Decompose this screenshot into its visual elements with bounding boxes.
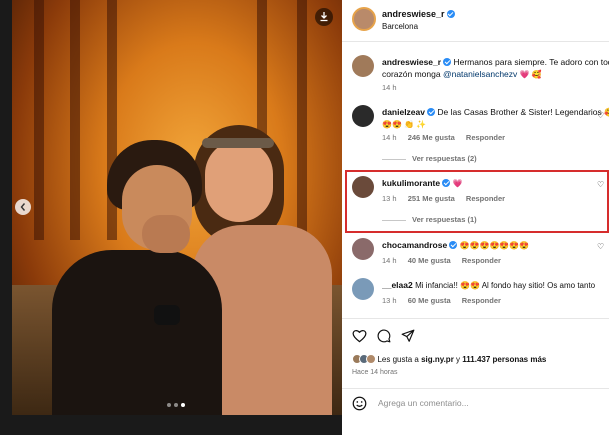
comment-meta: 14 h 40 Me gusta Responder xyxy=(382,256,510,265)
caption-mention[interactable]: @natanielsanchezv xyxy=(443,69,517,79)
caption-line1: Hermanos para siempre. Te adoro con todo xyxy=(453,57,609,67)
carousel-dot xyxy=(167,403,171,407)
caption-line2: corazón monga xyxy=(382,69,441,79)
comment-body: Mi infancia!! 😍😍 Al fondo hay sitio! Os … xyxy=(415,281,596,290)
caption-emojis: 💗 🥰 xyxy=(519,70,542,79)
commenter-username[interactable]: danielzeav xyxy=(382,107,425,117)
likes-prefix: Les gusta a xyxy=(377,355,419,364)
post-photo[interactable] xyxy=(12,0,342,415)
commenter-avatar[interactable] xyxy=(352,238,374,260)
add-comment-bar[interactable]: Agrega un comentario... xyxy=(342,388,609,418)
heart-icon[interactable]: ♡ xyxy=(597,111,606,120)
caption-meta: 14 h xyxy=(382,83,406,92)
comment-body-line2: 😍😍 👏 ✨ xyxy=(382,120,427,129)
comment-time: 14 h xyxy=(382,133,397,142)
comment-text: danielzeav De las Casas Brother & Sister… xyxy=(382,106,609,131)
author-username[interactable]: andreswiese_r xyxy=(382,9,455,19)
woman-face xyxy=(205,140,273,222)
post-actions: Les gusta a sig.ny.pr y 111.437 personas… xyxy=(342,318,609,378)
headband xyxy=(202,138,274,148)
comment-input[interactable]: Agrega un comentario... xyxy=(378,398,469,408)
post-header: andreswiese_r Barcelona xyxy=(342,0,609,42)
commenter-avatar[interactable] xyxy=(352,278,374,300)
likes-count[interactable]: 111.437 personas más xyxy=(462,355,546,364)
post-location[interactable]: Barcelona xyxy=(382,22,418,31)
caption-text: andreswiese_r Hermanos para siempre. Te … xyxy=(382,56,609,81)
download-button[interactable] xyxy=(315,8,333,26)
caption-username[interactable]: andreswiese_r xyxy=(382,57,441,67)
carousel-dots xyxy=(167,403,185,407)
comment-time: 14 h xyxy=(382,256,397,265)
comment-text: chocamandrose 😍😍😍😍😍😍😍 xyxy=(382,239,609,252)
instagram-post-view: andreswiese_r Barcelona andreswiese_r He… xyxy=(0,0,609,435)
download-icon xyxy=(320,12,328,22)
likes-middle: y xyxy=(456,355,461,364)
verified-badge-icon xyxy=(449,241,458,249)
commenter-username[interactable]: chocamandrose xyxy=(382,240,447,250)
liker-avatar xyxy=(366,354,376,364)
comment-time: 13 h xyxy=(382,296,397,305)
carousel-dot xyxy=(174,403,178,407)
post-timestamp: Hace 14 horas xyxy=(352,369,398,376)
view-replies-button[interactable]: Ver respuestas (2) xyxy=(382,154,477,163)
carousel-dot-active xyxy=(181,403,185,407)
caption-avatar[interactable] xyxy=(352,55,374,77)
background-stripe xyxy=(70,0,80,240)
share-icon[interactable] xyxy=(401,329,415,343)
caption-time: 14 h xyxy=(382,83,397,92)
heart-icon[interactable]: ♡ xyxy=(597,242,606,251)
reply-button[interactable]: Responder xyxy=(462,296,501,305)
man-figure xyxy=(52,250,222,415)
comment-icon[interactable] xyxy=(377,329,391,343)
highlight-box xyxy=(345,170,609,233)
comment-meta: 13 h 60 Me gusta Responder xyxy=(382,296,510,305)
comment-meta: 14 h 246 Me gusta Responder xyxy=(382,133,514,142)
heart-icon[interactable] xyxy=(352,329,367,343)
reply-button[interactable]: Responder xyxy=(466,133,505,142)
background-stripe xyxy=(297,0,307,240)
comment-likes[interactable]: 246 Me gusta xyxy=(408,133,455,142)
comment-text: __elaa2 Mi infancia!! 😍😍 Al fondo hay si… xyxy=(382,279,609,292)
comment-body: 😍😍😍😍😍😍😍 xyxy=(459,241,530,250)
author-avatar[interactable] xyxy=(352,7,376,31)
comment-likes[interactable]: 60 Me gusta xyxy=(408,296,451,305)
verified-badge-icon xyxy=(446,10,455,18)
comment-body: De las Casas Brother & Sister! Legendari… xyxy=(437,107,609,117)
previous-image-button[interactable] xyxy=(15,199,31,215)
comment-likes[interactable]: 40 Me gusta xyxy=(408,256,451,265)
smile-icon[interactable] xyxy=(352,396,367,411)
likes-user[interactable]: sig.ny.pr xyxy=(421,355,454,364)
verified-badge-icon xyxy=(427,108,435,116)
wristwatch xyxy=(154,305,180,325)
likes-summary[interactable]: Les gusta a sig.ny.pr y 111.437 personas… xyxy=(352,354,546,364)
verified-badge-icon xyxy=(443,58,452,66)
hand xyxy=(142,215,190,253)
reply-button[interactable]: Responder xyxy=(462,256,501,265)
background-stripe xyxy=(34,0,44,240)
commenter-avatar[interactable] xyxy=(352,105,374,127)
chevron-left-icon xyxy=(20,203,26,211)
commenter-username[interactable]: __elaa2 xyxy=(382,280,413,290)
